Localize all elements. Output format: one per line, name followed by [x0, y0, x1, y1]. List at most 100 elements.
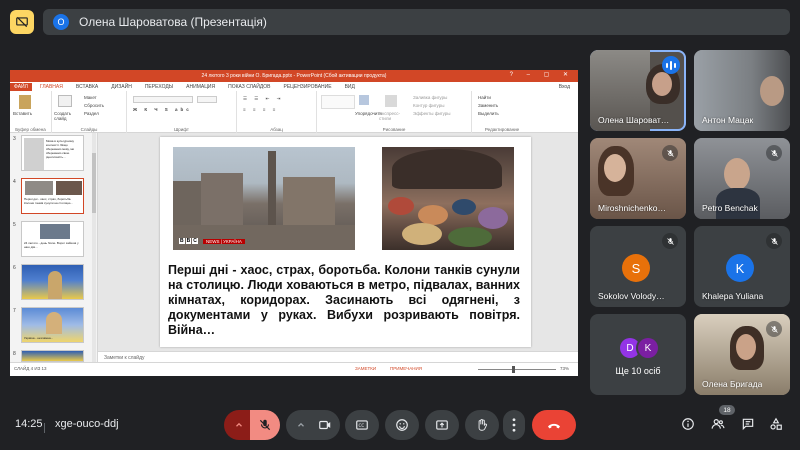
slide-thumbnail[interactable]: Мова в культурному контексті. Якщо збере…	[21, 135, 84, 171]
thumb-number: 3	[13, 136, 16, 142]
reactions-button[interactable]	[385, 410, 419, 440]
ppt-ribbon-tabs: ФАЙЛ ГЛАВНАЯ ВСТАВКА ДИЗАЙН ПЕРЕХОДЫ АНИ…	[10, 82, 578, 91]
ribbon-label-font: Шрифт	[174, 127, 189, 132]
camera-icon	[319, 420, 331, 430]
paste-button[interactable]: Вставить	[13, 111, 32, 116]
info-icon	[682, 418, 694, 430]
thumb-number: 4	[13, 179, 16, 185]
more-participants-tile[interactable]: D K Ще 10 осіб	[590, 314, 686, 395]
tab-review[interactable]: РЕЦЕНЗИРОВАНИЕ	[283, 84, 331, 90]
more-options-button[interactable]	[503, 410, 525, 440]
slide-thumbnail[interactable]	[21, 350, 84, 362]
participant-tile[interactable]: Олена Бригада	[694, 314, 790, 395]
notes-toggle-button[interactable]: ЗАМЕТКИ	[355, 366, 376, 371]
zoom-slider-thumb[interactable]	[512, 366, 515, 373]
presenter-chip[interactable]: О Олена Шароватова (Презентація)	[43, 9, 790, 35]
new-slide-button[interactable]: Создать слайд	[54, 111, 80, 121]
participant-name: Олена Шароват…	[598, 115, 670, 125]
slide-photo-ruined-city: B B C NEWS | УКРАЇНА	[173, 147, 355, 250]
font-style-buttons[interactable]: Ж К Ч S abc	[133, 107, 192, 112]
tab-home[interactable]: ГЛАВНАЯ	[40, 84, 63, 90]
thumbnails-scrollbar[interactable]	[92, 133, 96, 362]
layout-button[interactable]: Макет	[84, 95, 97, 100]
tab-file[interactable]: ФАЙЛ	[10, 82, 32, 91]
leave-call-button[interactable]	[532, 410, 576, 440]
captions-button[interactable]: CC	[345, 410, 379, 440]
align-buttons-icon[interactable]: ≡ ≡ ≡ ≡	[243, 107, 278, 112]
arrange-button[interactable]: Упорядочить	[355, 111, 382, 116]
find-button[interactable]: Найти	[478, 95, 491, 100]
paste-icon[interactable]	[19, 95, 31, 109]
list-buttons-icon[interactable]: ☰ ☰ ⇤ ⇥	[243, 96, 283, 102]
shared-presentation: 24 лютого 3 роки війни О. Бригада.pptx -…	[10, 70, 578, 376]
tab-slideshow[interactable]: ПОКАЗ СЛАЙДОВ	[228, 84, 270, 90]
mic-off-icon	[766, 145, 782, 161]
section-button[interactable]: Раздел	[84, 111, 99, 116]
slide-thumbnail[interactable]: 24 лютого - день болю. Ворог зайшов у на…	[21, 221, 84, 257]
comments-toggle-button[interactable]: ПРИМЕЧАНИЯ	[390, 366, 422, 371]
slide-photo-metro-shelter	[382, 147, 514, 250]
zoom-level[interactable]: 73%	[560, 366, 569, 371]
raise-hand-button[interactable]	[465, 410, 499, 440]
arrange-icon[interactable]	[359, 95, 369, 105]
photo-person	[478, 207, 508, 229]
font-name-select[interactable]	[133, 96, 193, 103]
ribbon-label-slides: Слайды	[80, 127, 98, 132]
sign-in-link[interactable]: Вход	[559, 84, 570, 90]
quick-styles-button[interactable]: Экспресс-стили	[379, 111, 405, 121]
shape-fill-button[interactable]: Заливка фигуры	[413, 95, 447, 100]
tab-transitions[interactable]: ПЕРЕХОДЫ	[145, 84, 173, 90]
current-slide[interactable]: B B C NEWS | УКРАЇНА Перші дні - хаос, с…	[160, 137, 531, 347]
people-icon	[711, 419, 725, 429]
activities-button[interactable]	[766, 414, 786, 434]
participant-tile[interactable]: Petro Benchak	[694, 138, 790, 219]
photo-person	[402, 223, 442, 245]
participant-name: Антон Мацак	[702, 115, 754, 125]
mic-toggle-button[interactable]	[250, 410, 280, 440]
bbc-news-bar: NEWS | УКРАЇНА	[203, 239, 245, 244]
chat-button[interactable]	[738, 414, 758, 434]
new-slide-icon[interactable]	[58, 95, 72, 107]
ribbon-group-font: Ж К Ч S abc Шрифт	[127, 91, 237, 133]
slide-counter: СЛАЙД 4 ИЗ 13	[14, 366, 47, 371]
shape-effects-button[interactable]: Эффекты фигуры	[413, 111, 451, 116]
photo-building	[283, 177, 335, 231]
zoom-slider[interactable]	[478, 369, 556, 370]
participant-avatar: K	[726, 254, 754, 282]
quick-styles-icon[interactable]	[385, 95, 397, 107]
participant-tile[interactable]: K Khalepa Yuliana	[694, 226, 790, 307]
ribbon-group-slides: Создать слайд Макет Сбросить Раздел Слай…	[52, 91, 127, 133]
chat-icon	[742, 418, 754, 431]
tab-view[interactable]: ВИД	[345, 84, 355, 90]
slide-thumbnails-panel: 3 Мова в культурному контексті. Якщо збе…	[10, 133, 98, 362]
window-controls-icon[interactable]: ? – ▢ ✕	[510, 71, 574, 78]
participant-tile[interactable]: Miroshnichenko…	[590, 138, 686, 219]
tab-design[interactable]: ДИЗАЙН	[111, 84, 132, 90]
reset-button[interactable]: Сбросить	[84, 103, 104, 108]
thumb-number: 6	[13, 265, 16, 271]
present-screen-button[interactable]	[425, 410, 459, 440]
participant-name: Sokolov Volody…	[598, 291, 665, 301]
slide-notes-field[interactable]: Заметки к слайду	[98, 351, 578, 362]
thumb-image	[56, 181, 82, 195]
shape-outline-button[interactable]: Контур фигуры	[413, 103, 444, 108]
slide-body-text[interactable]: Перші дні - хаос, страх, боротьба. Колон…	[168, 263, 520, 338]
tab-animation[interactable]: АНИМАЦИЯ	[186, 84, 215, 90]
slide-thumbnail[interactable]: Україна - незламна...	[21, 307, 84, 343]
participant-tile[interactable]: Антон Мацак	[694, 50, 790, 131]
slide-thumbnail-selected[interactable]: Перші дні - хаос, страх, боротьба. Колон…	[21, 178, 84, 214]
replace-button[interactable]: Заменить	[478, 103, 498, 108]
presentation-indicator-icon[interactable]	[10, 10, 34, 34]
slide-thumbnail[interactable]	[21, 264, 84, 300]
people-button[interactable]	[708, 414, 728, 434]
select-button[interactable]: Выделить	[478, 111, 499, 116]
participant-tile[interactable]: S Sokolov Volody…	[590, 226, 686, 307]
tab-insert[interactable]: ВСТАВКА	[76, 84, 98, 90]
thumb-image	[40, 224, 70, 239]
font-size-select[interactable]	[197, 96, 217, 103]
camera-toggle-button[interactable]	[310, 410, 340, 440]
participant-video	[604, 154, 626, 182]
shapes-gallery[interactable]	[321, 95, 355, 109]
meeting-info-button[interactable]	[678, 414, 698, 434]
participant-tile[interactable]: Олена Шароват…	[590, 50, 686, 131]
